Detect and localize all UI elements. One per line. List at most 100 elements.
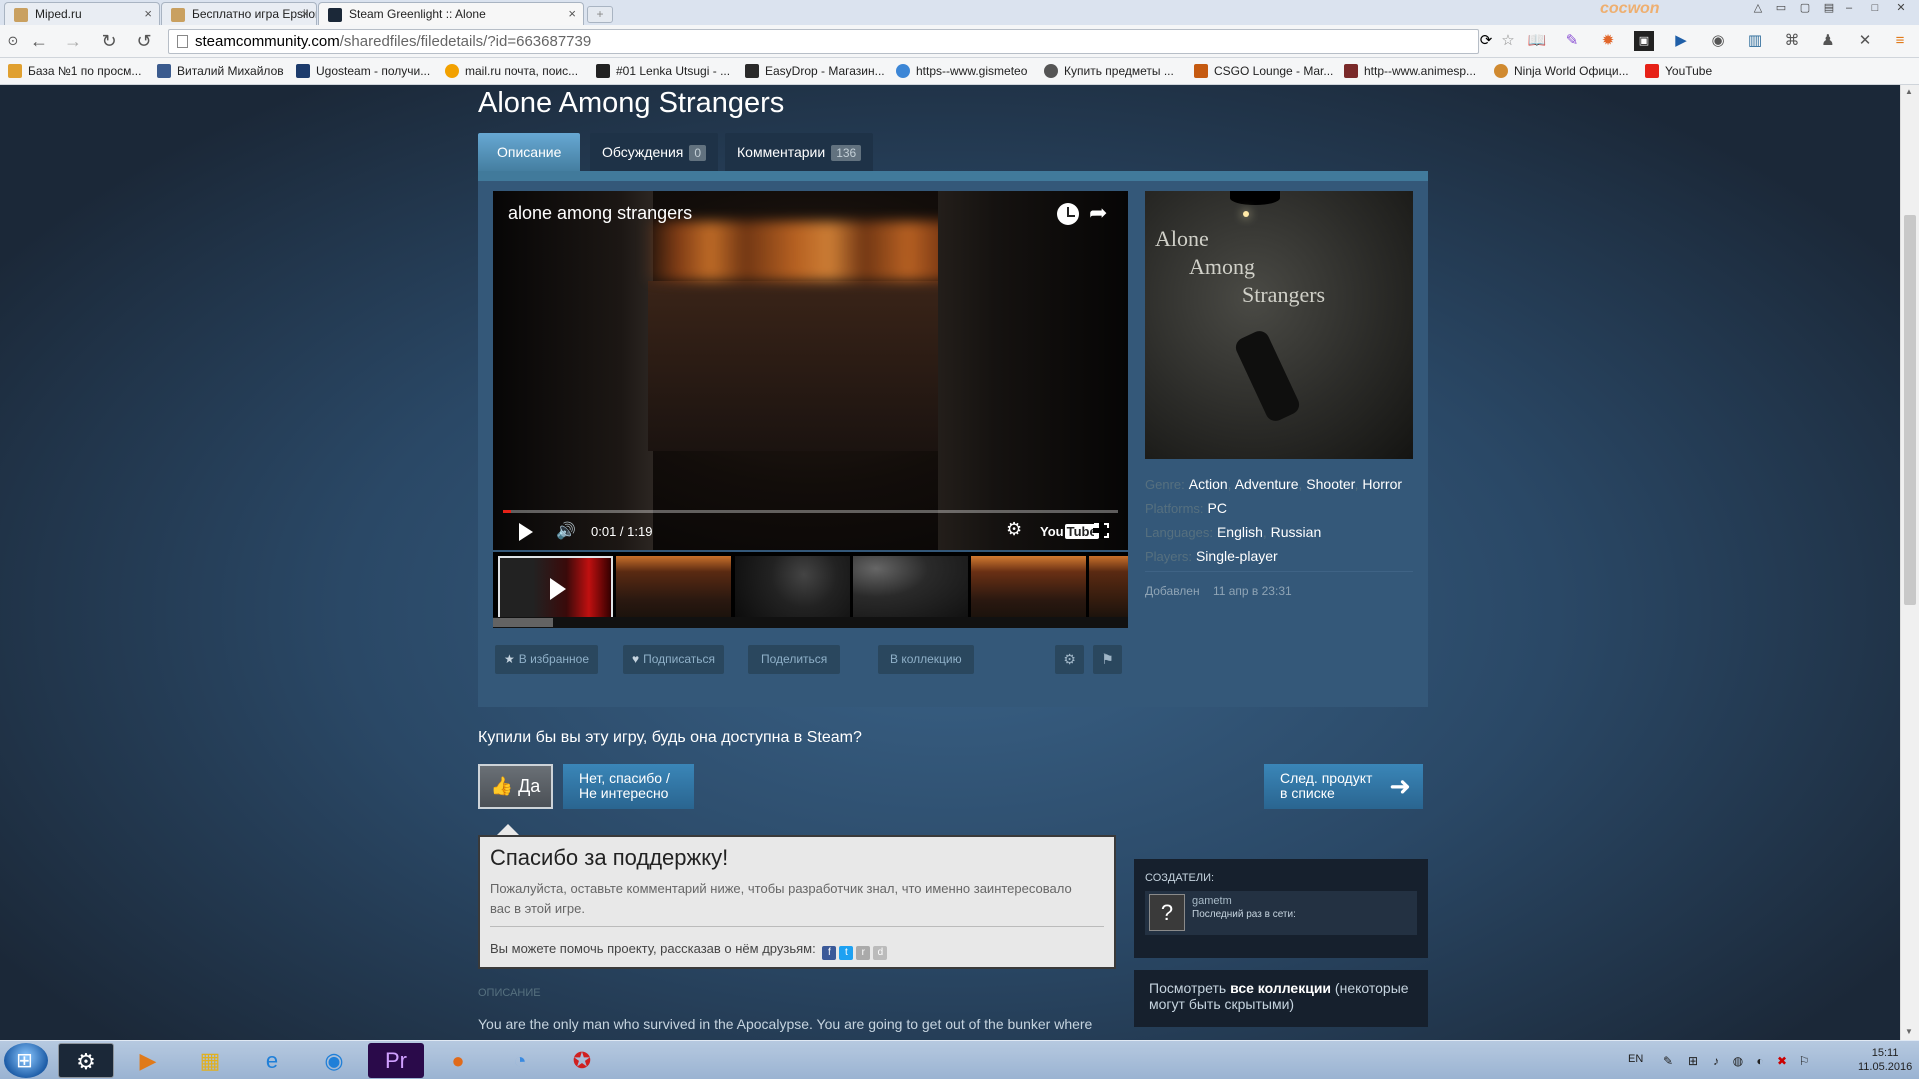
flag-icon[interactable]: ⚑ xyxy=(1093,645,1122,674)
bookmark-item[interactable]: Ninja World Офици... xyxy=(1494,64,1629,78)
tab-discussions[interactable]: Обсуждения 0 xyxy=(590,133,719,171)
tab-description[interactable]: Описание xyxy=(478,133,581,175)
media-strip-scrollbar[interactable] xyxy=(493,617,1128,628)
vote-yes-button[interactable]: 👍 Да xyxy=(478,764,553,809)
close-window-icon[interactable]: ✕ xyxy=(1888,0,1914,18)
players-link[interactable]: Single-player xyxy=(1196,548,1278,564)
reader-icon[interactable]: 📖 xyxy=(1527,31,1547,51)
address-bar[interactable]: steamcommunity.com/sharedfiles/filedetai… xyxy=(168,29,1479,54)
user-icon[interactable]: ♟ xyxy=(1818,31,1838,51)
bookmark-star-icon[interactable]: ☆ xyxy=(1498,31,1518,51)
media-thumb[interactable] xyxy=(971,556,1086,617)
restore-icon[interactable]: ▢ xyxy=(1792,0,1818,18)
language-link[interactable]: Russian xyxy=(1271,524,1322,540)
media-thumb[interactable] xyxy=(853,556,968,617)
video-player[interactable]: alone among strangers ➦ 🔊 0:01 / 1:19 ⚙ … xyxy=(493,191,1128,550)
genre-link[interactable]: Horror xyxy=(1362,476,1402,492)
favorite-button[interactable]: ★ В избранное xyxy=(495,645,598,674)
undo-close-button[interactable]: ↺ xyxy=(133,31,155,53)
gear-icon[interactable]: ⚙ xyxy=(1055,645,1084,674)
browser-tab-active[interactable]: Steam Greenlight :: Alone × xyxy=(318,2,584,26)
media-thumb[interactable] xyxy=(735,556,850,617)
forward-button[interactable]: → xyxy=(62,31,84,53)
sync-icon[interactable]: ⟳ xyxy=(1476,31,1496,51)
premiere-icon[interactable]: Pr xyxy=(368,1043,424,1078)
scroll-thumb[interactable] xyxy=(493,618,553,627)
video-progress-bar[interactable] xyxy=(503,510,1118,513)
bookmark-item[interactable]: YouTube xyxy=(1645,64,1712,78)
share-arrow-icon[interactable]: ➦ xyxy=(1089,200,1107,226)
steam-taskbar-icon[interactable]: ⚙ xyxy=(58,1043,114,1078)
scroll-up-icon[interactable]: ▲ xyxy=(1905,87,1913,96)
bookmark-item[interactable]: База №1 по просм... xyxy=(8,64,141,78)
creator-name[interactable]: gametm xyxy=(1192,895,1232,907)
app-icon[interactable]: ✪ xyxy=(554,1043,610,1078)
app-icon[interactable]: ◔ xyxy=(492,1043,548,1078)
watch-later-icon[interactable] xyxy=(1057,203,1079,225)
page-scrollbar[interactable]: ▲ ▼ xyxy=(1900,85,1919,1040)
tab-close-icon[interactable]: × xyxy=(568,6,576,21)
mute-icon[interactable]: ✕ xyxy=(1855,31,1875,51)
language-link[interactable]: English xyxy=(1217,524,1263,540)
media-thumb[interactable] xyxy=(616,556,731,617)
scroll-thumb[interactable] xyxy=(1904,215,1916,605)
maximize-icon[interactable]: □ xyxy=(1862,0,1888,18)
antivirus-icon[interactable]: ✖ xyxy=(1774,1053,1790,1069)
bookmark-item[interactable]: https--www.gismeteo xyxy=(896,64,1027,78)
extension-icon[interactable]: ▣ xyxy=(1634,31,1654,51)
flag-tray-icon[interactable]: ⚐ xyxy=(1796,1053,1812,1069)
twitter-icon[interactable]: t xyxy=(839,946,854,960)
video-title[interactable]: alone among strangers xyxy=(508,203,692,224)
network-icon[interactable]: ◐ xyxy=(1752,1053,1768,1069)
chat-icon[interactable]: ◉ xyxy=(1708,31,1728,51)
bookmark-item[interactable]: Виталий Михайлов xyxy=(157,64,284,78)
tab-close-icon[interactable]: × xyxy=(144,6,152,21)
minimize-icon[interactable]: – xyxy=(1836,0,1862,18)
add-to-collection-button[interactable]: В коллекцию xyxy=(878,645,974,674)
genre-link[interactable]: Action xyxy=(1189,476,1228,492)
volume-icon[interactable]: 🔊 xyxy=(556,521,576,541)
media-player-icon[interactable]: ▶ xyxy=(120,1043,176,1078)
play-icon[interactable] xyxy=(519,523,533,541)
play-circle-icon[interactable]: ▶ xyxy=(1671,31,1691,51)
settings-gear-icon[interactable]: ⚙ xyxy=(1006,519,1022,540)
browser-tab[interactable]: Бесплатно игра Epsilon c × xyxy=(161,2,317,25)
genre-link[interactable]: Adventure xyxy=(1235,476,1299,492)
bookmark-item[interactable]: mail.ru почта, поис... xyxy=(445,64,578,78)
start-button[interactable] xyxy=(4,1043,48,1078)
media-thumb-video[interactable] xyxy=(498,556,613,617)
vote-no-button[interactable]: Нет, спасибо / Не интересно xyxy=(563,764,694,809)
flame-icon[interactable]: ✹ xyxy=(1598,31,1618,51)
reddit-icon[interactable]: r xyxy=(856,946,871,960)
bookmark-item[interactable]: Купить предметы ... xyxy=(1044,64,1174,78)
ie-icon[interactable]: e xyxy=(244,1043,300,1078)
tab-close-icon[interactable]: × xyxy=(301,6,309,21)
windows-icon[interactable]: ⊞ xyxy=(1685,1053,1701,1069)
fullscreen-icon[interactable] xyxy=(1093,522,1110,539)
new-tab-button[interactable]: + xyxy=(587,6,613,23)
browser-tab[interactable]: Miped.ru × xyxy=(4,2,160,25)
youtube-logo[interactable]: You Tube xyxy=(1040,524,1099,539)
bookmark-item[interactable]: CSGO Lounge - Mar... xyxy=(1194,64,1333,78)
menu-hamburger-icon[interactable]: ≡ xyxy=(1890,31,1910,51)
pen-icon[interactable]: ✎ xyxy=(1660,1053,1676,1069)
menu-icon[interactable]: ▭ xyxy=(1768,0,1794,18)
folder-icon[interactable]: ▦ xyxy=(182,1043,238,1078)
bookmark-item[interactable]: Ugosteam - получи... xyxy=(296,64,430,78)
page-info-icon[interactable]: ⊙ xyxy=(2,31,24,53)
subscribe-button[interactable]: ♥ Подписаться xyxy=(623,645,725,674)
tab-comments[interactable]: Комментарии 136 xyxy=(725,133,874,171)
next-product-button[interactable]: След. продукт в списке ➜ xyxy=(1264,764,1423,809)
speaker-icon[interactable]: ♪ xyxy=(1708,1053,1724,1069)
media-thumb[interactable] xyxy=(1089,556,1128,617)
reload-button[interactable]: ↻ xyxy=(98,31,120,53)
steam-tray-icon[interactable]: ◍ xyxy=(1730,1053,1746,1069)
chart-icon[interactable]: ▥ xyxy=(1745,31,1765,51)
scroll-down-icon[interactable]: ▼ xyxy=(1905,1027,1913,1036)
ccleaner-icon[interactable]: ◉ xyxy=(306,1043,362,1078)
platform-link[interactable]: PC xyxy=(1208,500,1227,516)
firefox-icon[interactable]: ● xyxy=(430,1043,486,1078)
bookmark-item[interactable]: http--www.animesp... xyxy=(1344,64,1476,78)
digg-icon[interactable]: d xyxy=(873,946,888,960)
back-button[interactable]: ← xyxy=(28,31,50,53)
